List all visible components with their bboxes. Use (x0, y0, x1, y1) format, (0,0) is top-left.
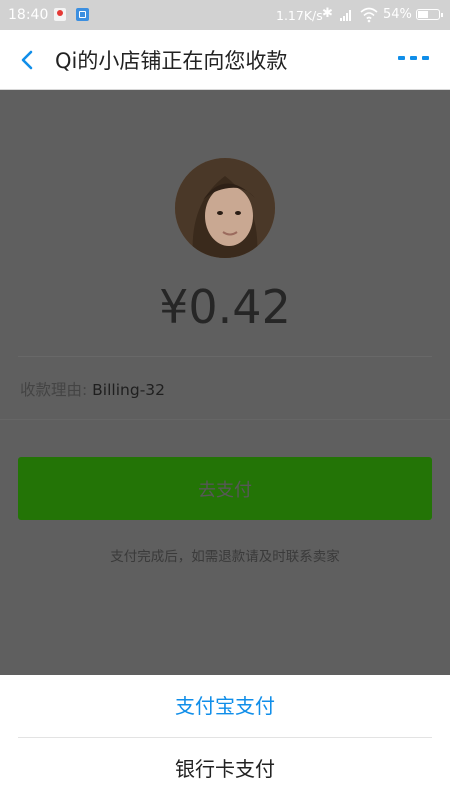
location-app-icon (54, 8, 66, 21)
payment-reason: 收款理由: Billing-32 (20, 378, 165, 400)
signal-icon (340, 9, 354, 21)
avatar (175, 158, 275, 258)
page-title: Qi的小店铺正在向您收款 (55, 49, 288, 73)
payment-method-sheet: 支付宝支付 银行卡支付 (0, 675, 450, 800)
status-time: 18:40 (8, 7, 49, 23)
refund-hint: 支付完成后，如需退款请及时联系卖家 (110, 549, 340, 565)
divider (0, 419, 450, 420)
top-bar: Qi的小店铺正在向您收款 (0, 30, 450, 90)
reason-label: 收款理由: (20, 381, 88, 399)
bluetooth-icon: ✱ (322, 6, 333, 21)
status-bar: 18:40 1.17K/s ✱ 54% (0, 0, 450, 30)
payment-amount: ¥0.42 (159, 280, 291, 334)
alipay-option[interactable]: 支付宝支付 (0, 675, 450, 737)
network-speed: 1.17K/s (276, 8, 323, 23)
more-options-icon[interactable] (398, 56, 432, 64)
bank-card-option[interactable]: 银行卡支付 (0, 738, 450, 800)
divider (18, 356, 432, 357)
reason-value: Billing-32 (92, 381, 166, 399)
payment-content: ¥0.42 收款理由: Billing-32 去支付 支付完成后，如需退款请及时… (0, 90, 450, 675)
wifi-icon (360, 7, 378, 23)
notification-app-icon (76, 8, 89, 21)
battery-percent: 54% (383, 7, 412, 22)
battery-icon (416, 9, 443, 20)
back-icon[interactable] (18, 49, 38, 71)
pay-button[interactable]: 去支付 (18, 457, 432, 520)
